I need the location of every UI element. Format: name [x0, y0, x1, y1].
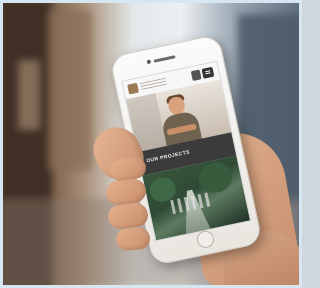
share-icon	[190, 69, 202, 82]
logo-icon	[127, 82, 140, 95]
logo-text	[140, 77, 168, 91]
menu-icon	[201, 66, 215, 79]
blurred-building-midleft	[48, 10, 92, 170]
photo-scene: OUR PROJECTS	[0, 0, 302, 288]
earpiece-speaker	[153, 55, 176, 63]
front-camera	[146, 59, 152, 65]
home-button	[195, 229, 216, 250]
blurred-window	[18, 60, 40, 130]
banner-text: OUR PROJECTS	[145, 149, 191, 165]
tree-icon	[195, 159, 236, 196]
finger	[115, 226, 151, 252]
